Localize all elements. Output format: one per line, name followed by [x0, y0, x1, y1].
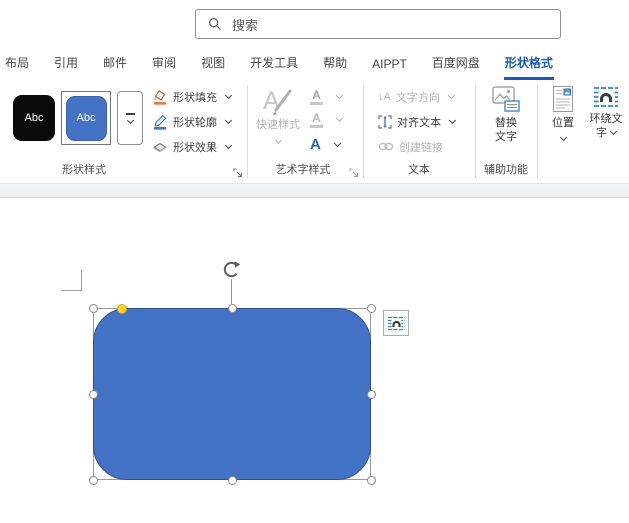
quick-styles-label: 快速样式 [256, 119, 300, 131]
resize-handle-middle-right[interactable] [367, 390, 376, 399]
shape-fill-button[interactable]: 形状填充 [152, 87, 231, 106]
search-box[interactable]: 搜索 [195, 9, 561, 39]
chevron-down-icon [610, 128, 617, 135]
tab-mailings[interactable]: 邮件 [102, 48, 128, 80]
shape-effects-button[interactable]: 形状效果 [152, 137, 231, 156]
text-direction-icon: ↓A [378, 91, 391, 103]
rotate-handle-icon[interactable] [222, 260, 241, 279]
wrap-text-icon [594, 86, 618, 108]
create-link-label: 创建链接 [399, 139, 443, 155]
layout-options-wrap-icon [388, 316, 405, 331]
text-boundary-corner-mark [61, 270, 82, 291]
word-window: 搜索 布局 引用 邮件 审阅 视图 开发工具 帮助 AIPPT 百度网盘 形状格… [0, 0, 629, 523]
group-label-text: 文本 [379, 161, 459, 177]
shape-style-thumbnail-black[interactable]: Abc [13, 95, 55, 141]
align-text-button[interactable]: 对齐文本 [378, 112, 455, 131]
shape-outline-label: 形状轮廓 [173, 114, 217, 130]
ribbon: Abc Abc 形状填充 形状轮廓 [0, 80, 629, 184]
shape-style-thumbnail-blue[interactable]: Abc [66, 96, 107, 141]
document-canvas[interactable] [0, 198, 629, 523]
selected-rounded-rectangle-shape[interactable] [93, 308, 371, 480]
tab-developer[interactable]: 开发工具 [249, 48, 299, 80]
chevron-down-icon [225, 117, 232, 124]
text-effects-button[interactable]: A [310, 134, 340, 155]
adjust-handle-yellow[interactable] [117, 304, 127, 314]
position-button[interactable]: 位置 [546, 86, 580, 140]
wrap-text-button[interactable]: 环绕文 字 [583, 86, 629, 140]
chevron-down-icon [126, 117, 133, 124]
pencil-icon [152, 114, 168, 130]
chevron-down-icon [225, 142, 232, 149]
chevron-down-icon [448, 92, 455, 99]
shape-styles-dialog-launcher-icon[interactable] [233, 168, 243, 178]
text-fill-icon: A [310, 89, 323, 105]
resize-handle-top-right[interactable] [367, 304, 376, 313]
text-direction-label: 文字方向 [396, 89, 440, 105]
group-separator [363, 85, 364, 178]
tab-layout[interactable]: 布局 [4, 48, 30, 80]
alt-text-button[interactable]: 替换 文字 [483, 86, 529, 144]
resize-handle-bottom-right[interactable] [367, 476, 376, 485]
shape-style-thumbnail-selected-frame: Abc [61, 91, 111, 145]
align-text-icon [378, 115, 392, 129]
group-label-accessibility: 辅助功能 [466, 161, 546, 177]
text-outline-button: A [310, 109, 342, 130]
group-separator [247, 85, 248, 178]
tab-view[interactable]: 视图 [200, 48, 226, 80]
text-effects-icon: A [310, 137, 321, 152]
shape-styles-gallery-more-button[interactable] [117, 91, 143, 145]
text-direction-button: ↓A 文字方向 [378, 87, 454, 106]
chain-link-icon [378, 141, 394, 152]
resize-handle-bottom-center[interactable] [228, 476, 237, 485]
chevron-down-icon [336, 115, 343, 122]
wrap-text-label-line2: 字 [596, 127, 607, 139]
chevron-down-icon [225, 92, 232, 99]
search-placeholder: 搜索 [232, 15, 258, 34]
shape-fill-label: 形状填充 [173, 89, 217, 105]
rotate-handle-stem [231, 279, 232, 304]
more-bar-icon [126, 113, 135, 115]
position-label: 位置 [552, 117, 574, 129]
tab-references[interactable]: 引用 [53, 48, 79, 80]
paint-bucket-icon [152, 89, 168, 105]
search-icon [208, 17, 222, 31]
shape-outline-button[interactable]: 形状轮廓 [152, 112, 231, 131]
ribbon-document-divider [0, 184, 629, 198]
wordart-quick-styles-icon: A [262, 84, 294, 116]
group-label-shape-styles: 形状样式 [48, 161, 120, 177]
resize-handle-top-left[interactable] [89, 304, 98, 313]
create-link-button: 创建链接 [378, 137, 443, 156]
position-icon [553, 86, 573, 112]
tab-shape-format[interactable]: 形状格式 [504, 48, 554, 80]
tab-aippt[interactable]: AIPPT [371, 51, 408, 80]
alt-text-label-line2: 文字 [495, 131, 517, 143]
group-separator [537, 85, 538, 178]
text-fill-button: A [310, 86, 342, 107]
text-outline-icon: A [310, 112, 323, 128]
wrap-text-label-line1: 环绕文 [590, 113, 623, 125]
resize-handle-top-center[interactable] [228, 304, 237, 313]
chevron-down-icon [559, 134, 566, 141]
shape-effects-label: 形状效果 [173, 139, 217, 155]
chevron-down-icon [274, 137, 281, 144]
tab-help[interactable]: 帮助 [322, 48, 348, 80]
align-text-label: 对齐文本 [397, 114, 441, 130]
chevron-down-icon [336, 92, 343, 99]
tab-baidu-netdisk[interactable]: 百度网盘 [431, 48, 481, 80]
alt-text-label-line1: 替换 [495, 117, 517, 129]
alt-text-icon [492, 86, 520, 112]
layout-options-button[interactable] [383, 310, 409, 336]
wordart-styles-dialog-launcher-icon[interactable] [349, 168, 359, 178]
resize-handle-middle-left[interactable] [89, 390, 98, 399]
svg-text:A: A [263, 87, 280, 115]
quick-styles-button: A 快速样式 [252, 84, 304, 143]
group-label-wordart-styles: 艺术字样式 [263, 161, 343, 177]
shape-effects-icon [152, 139, 168, 155]
ribbon-tabs: 布局 引用 邮件 审阅 视图 开发工具 帮助 AIPPT 百度网盘 形状格式 [0, 46, 629, 80]
chevron-down-icon [334, 140, 341, 147]
tab-review[interactable]: 审阅 [151, 48, 177, 80]
chevron-down-icon [449, 117, 456, 124]
resize-handle-bottom-left[interactable] [89, 476, 98, 485]
